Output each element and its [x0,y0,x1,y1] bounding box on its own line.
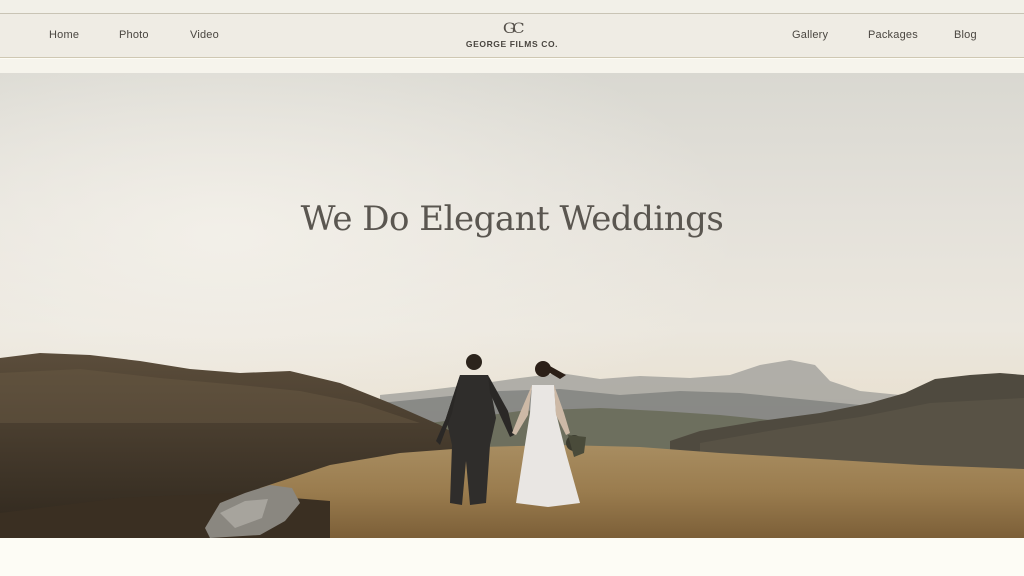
top-strip [0,0,1024,14]
brand-logo[interactable]: GC GEORGE FILMS CO. [462,22,562,52]
logo-monogram: GC [502,21,525,37]
hero-image-couple-in-hills [0,73,1024,538]
page-content-start [0,538,1024,576]
nav-link-video[interactable]: Video [190,29,219,41]
main-navigation: Home Photo Video GC GEORGE FILMS CO. Gal… [0,14,1024,58]
nav-link-packages[interactable]: Packages [868,29,918,41]
hero-title: We Do Elegant Weddings [300,199,724,239]
nav-link-home[interactable]: Home [49,29,79,41]
nav-link-blog[interactable]: Blog [954,29,977,41]
hero-section: We Do Elegant Weddings [0,73,1024,538]
logo-wordmark: GEORGE FILMS CO. [465,39,559,49]
nav-link-photo[interactable]: Photo [119,29,149,41]
nav-spacer [0,59,1024,73]
nav-link-gallery[interactable]: Gallery [792,29,828,41]
